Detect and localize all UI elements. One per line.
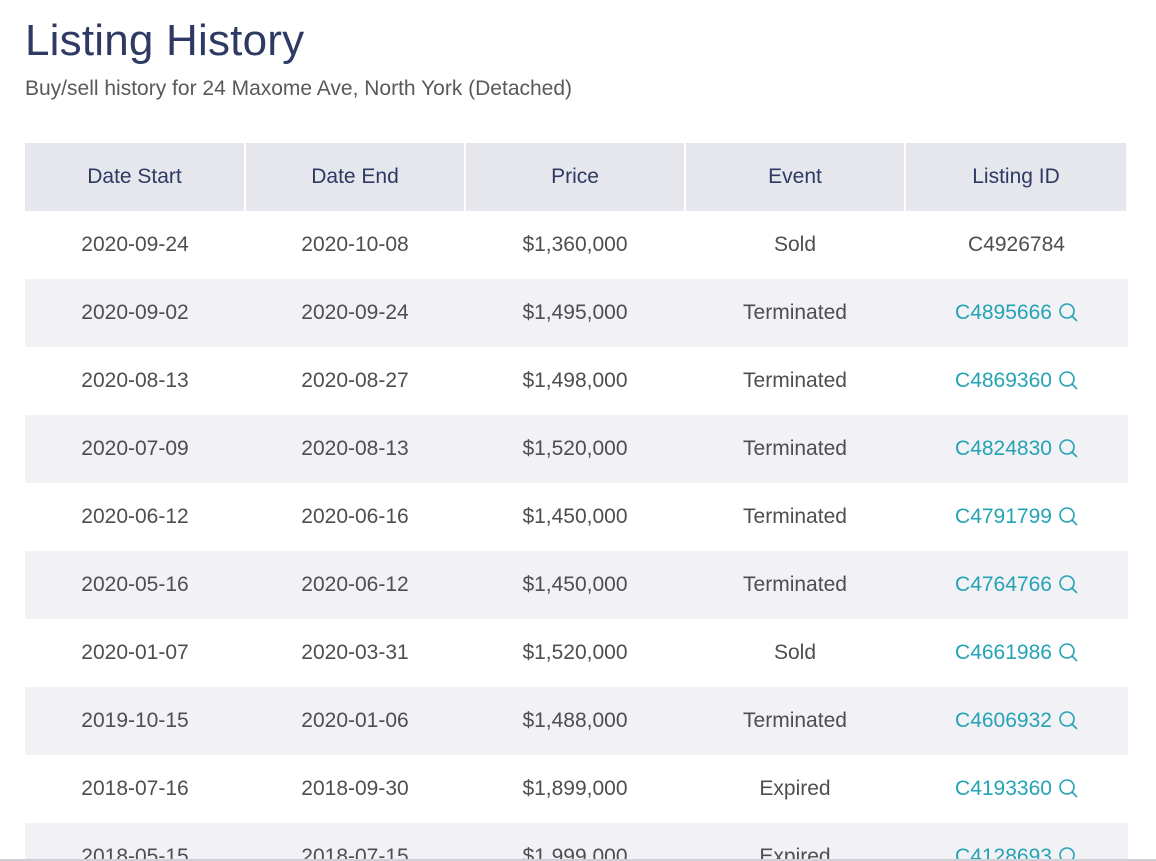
- listing-history-table: Date Start Date End Price Event Listing …: [25, 143, 1130, 861]
- search-icon[interactable]: [1052, 301, 1078, 324]
- table-row: 2020-01-07 2020-03-31 $1,520,000 Sold C46619…: [25, 619, 1128, 687]
- cell-date-end: 2020-09-24: [245, 279, 465, 347]
- listing-id-text: C4606932: [955, 709, 1052, 732]
- cell-event: Terminated: [685, 687, 905, 755]
- table-header-row: Date Start Date End Price Event Listing …: [25, 143, 1130, 211]
- table-row: 2020-08-13 2020-08-27 $1,498,000 Terminated…: [25, 347, 1128, 415]
- cell-date-end: 2020-06-12: [245, 551, 465, 619]
- listing-id-text: C4661986: [955, 641, 1052, 664]
- cell-price: $1,899,000: [465, 755, 685, 823]
- cell-date-start: 2020-07-09: [25, 415, 245, 483]
- table-row: 2020-09-02 2020-09-24 $1,495,000 Terminated…: [25, 279, 1128, 347]
- cell-date-end: 2018-09-30: [245, 755, 465, 823]
- column-header-event: Event: [685, 143, 906, 211]
- cell-price: $1,520,000: [465, 619, 685, 687]
- cell-date-end: 2020-08-13: [245, 415, 465, 483]
- cell-event: Terminated: [685, 483, 905, 551]
- search-icon[interactable]: [1052, 641, 1078, 664]
- listing-history-page: Listing History Buy/sell history for 24 …: [0, 0, 1156, 861]
- table-row: 2020-07-09 2020-08-13 $1,520,000 Terminated…: [25, 415, 1128, 483]
- cell-listing-id: C4824830: [905, 415, 1128, 483]
- column-header-date-start: Date Start: [25, 143, 246, 211]
- cell-date-start: 2020-09-24: [25, 211, 245, 279]
- table-header: Date Start Date End Price Event Listing …: [25, 143, 1130, 211]
- cell-listing-id: C4926784: [905, 211, 1128, 279]
- cell-date-start: 2020-09-02: [25, 279, 245, 347]
- listing-id-text: C4869360: [955, 369, 1052, 392]
- table-body: 2020-09-24 2020-10-08 $1,360,000 Sold C49267…: [25, 211, 1128, 861]
- listing-history-table-container: Date Start Date End Price Event Listing …: [25, 143, 1130, 861]
- page-title: Listing History: [25, 16, 305, 65]
- listing-id-link[interactable]: C4606932: [955, 709, 1078, 732]
- listing-id-text: C4791799: [955, 505, 1052, 528]
- table-row: 2020-05-16 2020-06-12 $1,450,000 Terminated…: [25, 551, 1128, 619]
- search-icon[interactable]: [1052, 573, 1078, 596]
- cell-event: Sold: [685, 211, 905, 279]
- listing-id-link[interactable]: C4824830: [955, 437, 1078, 460]
- cell-price: $1,520,000: [465, 415, 685, 483]
- listing-id-link[interactable]: C4791799: [955, 505, 1078, 528]
- listing-id-link[interactable]: C4895666: [955, 301, 1078, 324]
- cell-event: Expired: [685, 823, 905, 861]
- column-header-date-end: Date End: [245, 143, 466, 211]
- table-row: 2020-09-24 2020-10-08 $1,360,000 Sold C49267…: [25, 211, 1128, 279]
- cell-price: $1,450,000: [465, 483, 685, 551]
- listing-id-text: C4824830: [955, 437, 1052, 460]
- listing-id-text: C4895666: [955, 301, 1052, 324]
- search-icon[interactable]: [1052, 505, 1078, 528]
- cell-date-end: 2020-01-06: [245, 687, 465, 755]
- search-icon[interactable]: [1052, 437, 1078, 460]
- cell-price: $1,999,000: [465, 823, 685, 861]
- cell-date-start: 2019-10-15: [25, 687, 245, 755]
- cell-date-start: 2018-05-15: [25, 823, 245, 861]
- cell-listing-id: C4128693: [905, 823, 1128, 861]
- search-icon[interactable]: [1052, 777, 1078, 800]
- cell-price: $1,450,000: [465, 551, 685, 619]
- cell-date-start: 2020-06-12: [25, 483, 245, 551]
- listing-id-link[interactable]: C4193360: [955, 777, 1078, 800]
- cell-event: Terminated: [685, 347, 905, 415]
- cell-date-start: 2020-01-07: [25, 619, 245, 687]
- cell-price: $1,488,000: [465, 687, 685, 755]
- listing-id-link[interactable]: C4661986: [955, 641, 1078, 664]
- listing-id-text: C4926784: [968, 233, 1065, 256]
- column-header-price: Price: [465, 143, 686, 211]
- cell-event: Expired: [685, 755, 905, 823]
- page-subtitle: Buy/sell history for 24 Maxome Ave, Nort…: [25, 77, 573, 100]
- cell-listing-id: C4791799: [905, 483, 1128, 551]
- cell-price: $1,495,000: [465, 279, 685, 347]
- cell-listing-id: C4895666: [905, 279, 1128, 347]
- cell-date-start: 2020-08-13: [25, 347, 245, 415]
- listing-id-text: C4764766: [955, 573, 1052, 596]
- cell-listing-id: C4606932: [905, 687, 1128, 755]
- cell-price: $1,360,000: [465, 211, 685, 279]
- cell-listing-id: C4193360: [905, 755, 1128, 823]
- cell-date-start: 2020-05-16: [25, 551, 245, 619]
- cell-event: Sold: [685, 619, 905, 687]
- cell-date-end: 2018-07-15: [245, 823, 465, 861]
- search-icon[interactable]: [1052, 369, 1078, 392]
- cell-event: Terminated: [685, 551, 905, 619]
- cell-event: Terminated: [685, 279, 905, 347]
- cell-price: $1,498,000: [465, 347, 685, 415]
- cell-date-start: 2018-07-16: [25, 755, 245, 823]
- cell-listing-id: C4869360: [905, 347, 1128, 415]
- table-row: 2018-07-16 2018-09-30 $1,899,000 Expired C41…: [25, 755, 1128, 823]
- table-row: 2019-10-15 2020-01-06 $1,488,000 Terminated…: [25, 687, 1128, 755]
- table-row: 2020-06-12 2020-06-16 $1,450,000 Terminated…: [25, 483, 1128, 551]
- cell-date-end: 2020-03-31: [245, 619, 465, 687]
- cell-date-end: 2020-08-27: [245, 347, 465, 415]
- table-row: 2018-05-15 2018-07-15 $1,999,000 Expired C41…: [25, 823, 1128, 861]
- cell-listing-id: C4764766: [905, 551, 1128, 619]
- cell-date-end: 2020-10-08: [245, 211, 465, 279]
- listing-id-link[interactable]: C4869360: [955, 369, 1078, 392]
- listing-id-text: C4193360: [955, 777, 1052, 800]
- cell-listing-id: C4661986: [905, 619, 1128, 687]
- cell-event: Terminated: [685, 415, 905, 483]
- column-header-listing-id: Listing ID: [905, 143, 1130, 211]
- listing-id-link[interactable]: C4764766: [955, 573, 1078, 596]
- cell-date-end: 2020-06-16: [245, 483, 465, 551]
- search-icon[interactable]: [1052, 709, 1078, 732]
